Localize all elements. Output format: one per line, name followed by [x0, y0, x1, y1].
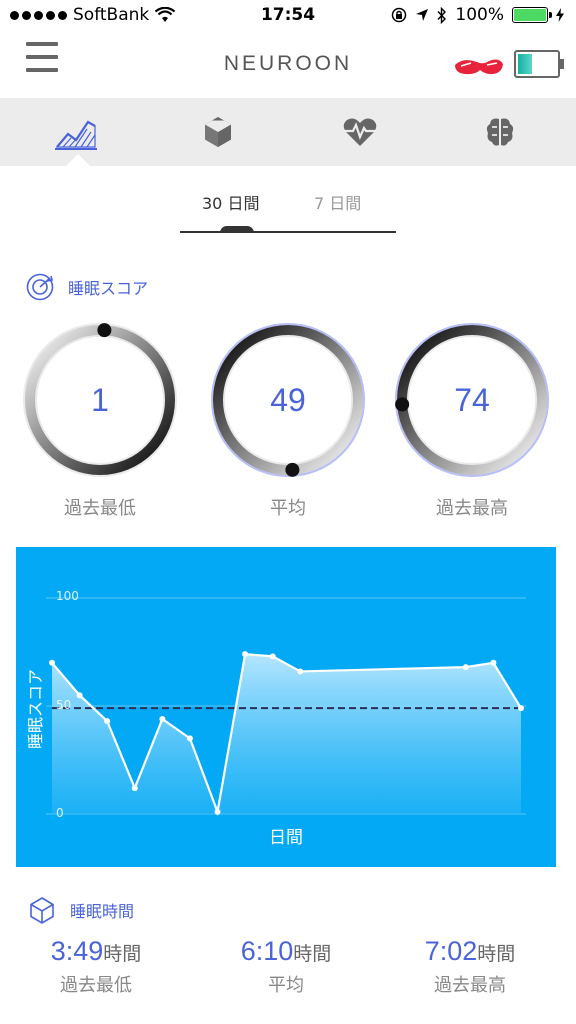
period-switch: 30 日間 7 日間 — [180, 186, 396, 234]
tab-brain[interactable] — [478, 112, 522, 152]
sleep-time-stat: 7:02時間過去最高 — [390, 936, 550, 997]
period-underline — [180, 231, 396, 233]
score-point[interactable] — [462, 664, 469, 671]
status-right: 100% — [391, 5, 564, 25]
y-tick-0: 0 — [56, 806, 64, 820]
status-bar: SoftBank 17:54 100% — [0, 0, 576, 32]
score-ring-2: 74 — [392, 320, 552, 480]
app-header: NEUROON — [0, 32, 576, 98]
score-ring-value: 49 — [270, 381, 306, 418]
y-tick-50: 50 — [56, 698, 72, 712]
sleep-time-unit: 時間 — [293, 943, 332, 965]
active-tab-caret — [66, 154, 90, 166]
battery-icon — [512, 7, 552, 23]
sleep-time-label: 過去最低 — [60, 975, 132, 996]
score-ring-0: 1 — [20, 320, 180, 480]
score-ring-value: 1 — [91, 381, 109, 418]
orientation-lock-icon — [392, 7, 407, 23]
battery-percent: 100% — [455, 5, 504, 25]
bluetooth-icon — [437, 6, 447, 24]
score-point[interactable] — [242, 651, 249, 658]
sleep-mask-icon[interactable] — [453, 56, 505, 78]
chart-x-label: 日間 — [269, 828, 303, 848]
score-point[interactable] — [131, 785, 138, 792]
hexagon-half-icon — [204, 117, 232, 147]
score-ring-label: 過去最低 — [64, 498, 136, 519]
score-point[interactable] — [49, 659, 55, 666]
location-icon — [416, 9, 429, 21]
device-battery-icon — [514, 50, 564, 78]
period-7-days-tab[interactable]: 7 日間 — [314, 190, 361, 214]
sleep-score-header: 睡眠スコア — [26, 273, 148, 301]
hexagon-half-outline-icon — [30, 897, 54, 924]
sleep-time-label: 過去最高 — [434, 975, 506, 996]
chart-y-label: 睡眠スコア — [26, 669, 45, 750]
score-ring-label: 平均 — [270, 498, 306, 519]
sleep-score-chart: 100 50 0 睡眠スコア 日間 — [16, 547, 556, 867]
score-point[interactable] — [76, 692, 83, 699]
score-point[interactable] — [186, 735, 193, 742]
tab-sleep-time[interactable] — [196, 112, 240, 152]
score-point[interactable] — [490, 659, 497, 666]
sleep-score-title: 睡眠スコア — [68, 279, 149, 298]
score-point[interactable] — [214, 808, 221, 815]
sleep-time-value: 3:49 — [50, 936, 104, 966]
sleep-time-title: 睡眠時間 — [70, 902, 135, 921]
score-ring-label: 過去最高 — [436, 498, 508, 519]
y-tick-100: 100 — [56, 589, 79, 603]
sleep-score-icon — [26, 273, 54, 301]
sleep-time-unit: 時間 — [477, 943, 516, 965]
score-ring-1: 49 — [208, 320, 368, 480]
sleep-time-label: 平均 — [268, 975, 304, 996]
score-ring-value: 74 — [454, 381, 490, 418]
tab-heart-rate[interactable] — [338, 112, 382, 152]
brain-icon — [486, 118, 514, 146]
trend-chart-icon — [55, 120, 97, 150]
sleep-time-header: 睡眠時間 — [28, 896, 134, 924]
score-area — [52, 654, 521, 814]
chart-canvas — [46, 597, 526, 817]
score-point[interactable] — [297, 668, 304, 675]
score-point[interactable] — [159, 715, 166, 722]
sleep-time-value: 6:10 — [240, 936, 294, 966]
sleep-time-unit: 時間 — [103, 943, 142, 965]
score-point[interactable] — [104, 718, 111, 725]
tab-sleep-score[interactable] — [54, 112, 98, 152]
period-30-days-tab[interactable]: 30 日間 — [202, 190, 259, 214]
sleep-time-stat: 3:49時間過去最低 — [16, 936, 176, 997]
score-point[interactable] — [518, 705, 524, 712]
score-point[interactable] — [269, 653, 276, 660]
heart-rate-icon — [343, 118, 377, 146]
charging-icon — [556, 8, 564, 22]
sleep-time-stat: 6:10時間平均 — [206, 936, 366, 997]
sleep-time-value: 7:02 — [424, 936, 478, 966]
period-active-marker — [220, 226, 254, 233]
